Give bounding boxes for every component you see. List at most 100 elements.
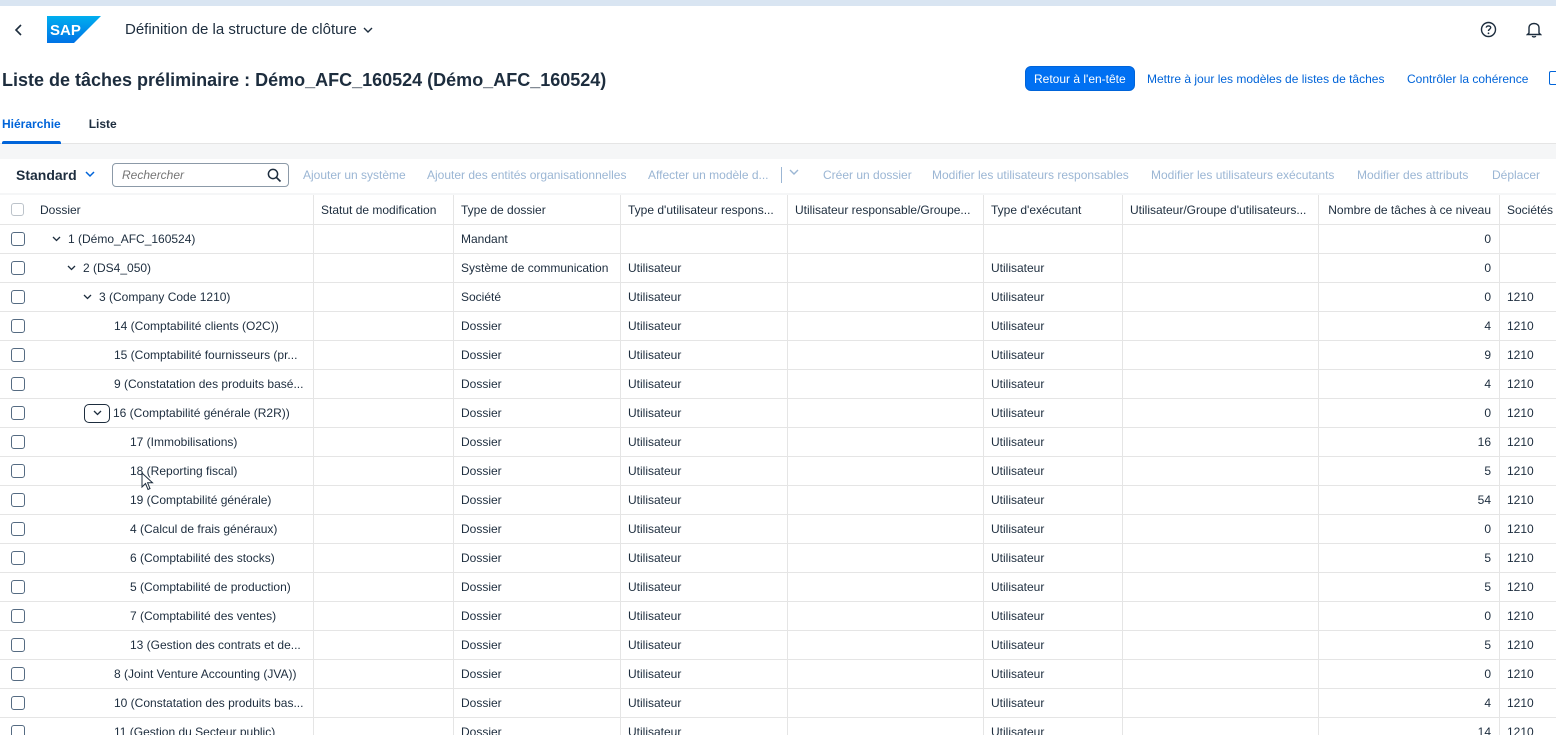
chevron-down-icon[interactable] [50, 236, 62, 242]
societe-cell: 1210 [1507, 696, 1534, 710]
search-field[interactable] [112, 163, 289, 187]
row-select-cell [0, 718, 33, 735]
societe-cell: 1210 [1507, 667, 1534, 681]
search-input[interactable] [122, 168, 262, 182]
column-header-statut[interactable]: Statut de modification [314, 195, 454, 225]
assign-template-button[interactable]: Affecter un modèle d... [648, 168, 769, 182]
table-row[interactable]: 2 (DS4_050) Système de communication Utili… [0, 254, 1556, 283]
table-row[interactable]: 15 (Comptabilité fournisseurs (pr... Doss… [0, 341, 1556, 370]
row-checkbox[interactable] [11, 725, 25, 735]
table-row[interactable]: 18 (Reporting fiscal) Dossier Utilisateur U… [0, 457, 1556, 486]
row-select-cell [0, 254, 33, 282]
row-checkbox[interactable] [11, 609, 25, 623]
table-row[interactable]: 5 (Comptabilité de production) Dossier Uti… [0, 573, 1556, 602]
back-arrow-icon[interactable] [10, 20, 28, 40]
table-row[interactable]: 1 (Démo_AFC_160524) Mandant 0 [0, 225, 1556, 254]
update-templates-button[interactable]: Mettre à jour les modèles de listes de t… [1147, 66, 1384, 91]
table-row[interactable]: 11 (Gestion du Secteur public) Dossier Uti… [0, 718, 1556, 735]
row-checkbox[interactable] [11, 638, 25, 652]
dossier-label: 4 (Calcul de frais généraux) [130, 522, 278, 536]
table-row[interactable]: 19 (Comptabilité générale) Dossier Utilisa… [0, 486, 1556, 515]
column-header-nb-taches[interactable]: Nombre de tâches à ce niveau [1319, 195, 1500, 225]
add-org-units-button[interactable]: Ajouter des entités organisationnelles [427, 168, 626, 182]
tab-bar: Hiérarchie Liste [0, 114, 143, 144]
type-dossier-cell: Dossier [454, 573, 621, 601]
help-icon[interactable] [1480, 21, 1499, 40]
type-dossier-cell: Dossier [454, 457, 621, 485]
table-row[interactable]: 6 (Comptabilité des stocks) Dossier Utilis… [0, 544, 1556, 573]
modify-responsible-users-button[interactable]: Modifier les utilisateurs responsables [932, 168, 1129, 182]
table-row[interactable]: 10 (Constatation des produits bas... Doss… [0, 689, 1556, 718]
notification-bell-icon[interactable] [1525, 21, 1544, 40]
chevron-down-icon[interactable] [84, 403, 110, 423]
row-checkbox[interactable] [11, 348, 25, 362]
row-checkbox[interactable] [11, 261, 25, 275]
dossier-label: 9 (Constatation des produits basé... [114, 377, 304, 391]
move-button[interactable]: Déplacer [1492, 168, 1540, 182]
menu-button-separator [781, 167, 782, 183]
create-folder-button[interactable]: Créer un dossier [823, 168, 912, 182]
column-header-dossier[interactable]: Dossier [33, 195, 314, 225]
row-checkbox[interactable] [11, 232, 25, 246]
row-checkbox[interactable] [11, 667, 25, 681]
search-icon[interactable] [267, 168, 282, 183]
table-row[interactable]: 13 (Gestion des contrats et de... Dossier… [0, 631, 1556, 660]
chevron-down-icon[interactable] [65, 265, 77, 271]
row-checkbox[interactable] [11, 493, 25, 507]
table-row[interactable]: 8 (Joint Venture Accounting (JVA)) Dossie… [0, 660, 1556, 689]
column-header-type-resp[interactable]: Type d'utilisateur respons... [621, 195, 788, 225]
check-consistency-button[interactable]: Contrôler la cohérence [1407, 66, 1528, 91]
table-row[interactable]: 9 (Constatation des produits basé... Doss… [0, 370, 1556, 399]
variant-selector[interactable]: Standard [16, 167, 95, 183]
task-count-cell: 0 [1319, 602, 1500, 630]
row-checkbox[interactable] [11, 580, 25, 594]
type-exec-cell: Utilisateur [984, 631, 1123, 659]
chevron-down-icon[interactable] [789, 167, 799, 179]
tab-hierarchie[interactable]: Hiérarchie [2, 114, 61, 144]
statut-cell [314, 689, 454, 717]
row-checkbox[interactable] [11, 319, 25, 333]
select-all-checkbox[interactable] [11, 203, 24, 216]
user-resp-cell [788, 399, 984, 427]
societe-cell: 1210 [1507, 348, 1534, 362]
modify-attributes-button[interactable]: Modifier des attributs [1357, 168, 1468, 182]
table-row[interactable]: 3 (Company Code 1210) Société Utilisateur U… [0, 283, 1556, 312]
row-checkbox[interactable] [11, 435, 25, 449]
row-checkbox[interactable] [11, 290, 25, 304]
dossier-label: 19 (Comptabilité générale) [130, 493, 272, 507]
row-checkbox[interactable] [11, 464, 25, 478]
tab-liste[interactable]: Liste [89, 114, 117, 144]
row-checkbox[interactable] [11, 406, 25, 420]
modify-executing-users-button[interactable]: Modifier les utilisateurs exécutants [1151, 168, 1334, 182]
column-header-user-resp[interactable]: Utilisateur responsable/Groupe... [788, 195, 984, 225]
column-header-type-exec[interactable]: Type d'exécutant [984, 195, 1123, 225]
table-row[interactable]: 14 (Comptabilité clients (O2C)) Dossier Ut… [0, 312, 1556, 341]
task-count-cell: 0 [1319, 225, 1500, 253]
table-header-row: Dossier Statut de modification Type de d… [0, 195, 1556, 225]
user-exec-cell [1123, 486, 1319, 514]
table-row[interactable]: 4 (Calcul de frais généraux) Dossier Utili… [0, 515, 1556, 544]
row-checkbox[interactable] [11, 377, 25, 391]
row-checkbox[interactable] [11, 551, 25, 565]
row-checkbox[interactable] [11, 696, 25, 710]
row-checkbox[interactable] [11, 522, 25, 536]
dossier-cell: 7 (Comptabilité des ventes) [33, 602, 314, 630]
table-row[interactable]: 16 (Comptabilité générale (R2R)) Dossier U… [0, 399, 1556, 428]
statut-cell [314, 254, 454, 282]
column-header-user-exec[interactable]: Utilisateur/Groupe d'utilisateurs... [1123, 195, 1319, 225]
sap-logo[interactable]: SAP [47, 16, 101, 43]
add-system-button[interactable]: Ajouter un système [303, 168, 406, 182]
table-row[interactable]: 7 (Comptabilité des ventes) Dossier Utilis… [0, 602, 1556, 631]
type-exec-cell: Utilisateur [984, 515, 1123, 543]
back-to-header-button[interactable]: Retour à l'en-tête [1025, 66, 1135, 91]
type-resp-cell: Utilisateur [621, 457, 788, 485]
table-row[interactable]: 17 (Immobilisations) Dossier Utilisateur Ut… [0, 428, 1556, 457]
column-header-societes[interactable]: Sociétés [1500, 195, 1556, 225]
societe-cell: 1210 [1507, 551, 1534, 565]
app-title-menu[interactable]: Définition de la structure de clôture [125, 21, 373, 38]
column-header-type-dossier[interactable]: Type de dossier [454, 195, 621, 225]
dossier-cell: 16 (Comptabilité générale (R2R)) [33, 399, 314, 427]
dossier-label: 8 (Joint Venture Accounting (JVA)) [114, 667, 297, 681]
chevron-down-icon[interactable] [81, 294, 93, 300]
overflow-action-icon[interactable] [1549, 71, 1556, 85]
